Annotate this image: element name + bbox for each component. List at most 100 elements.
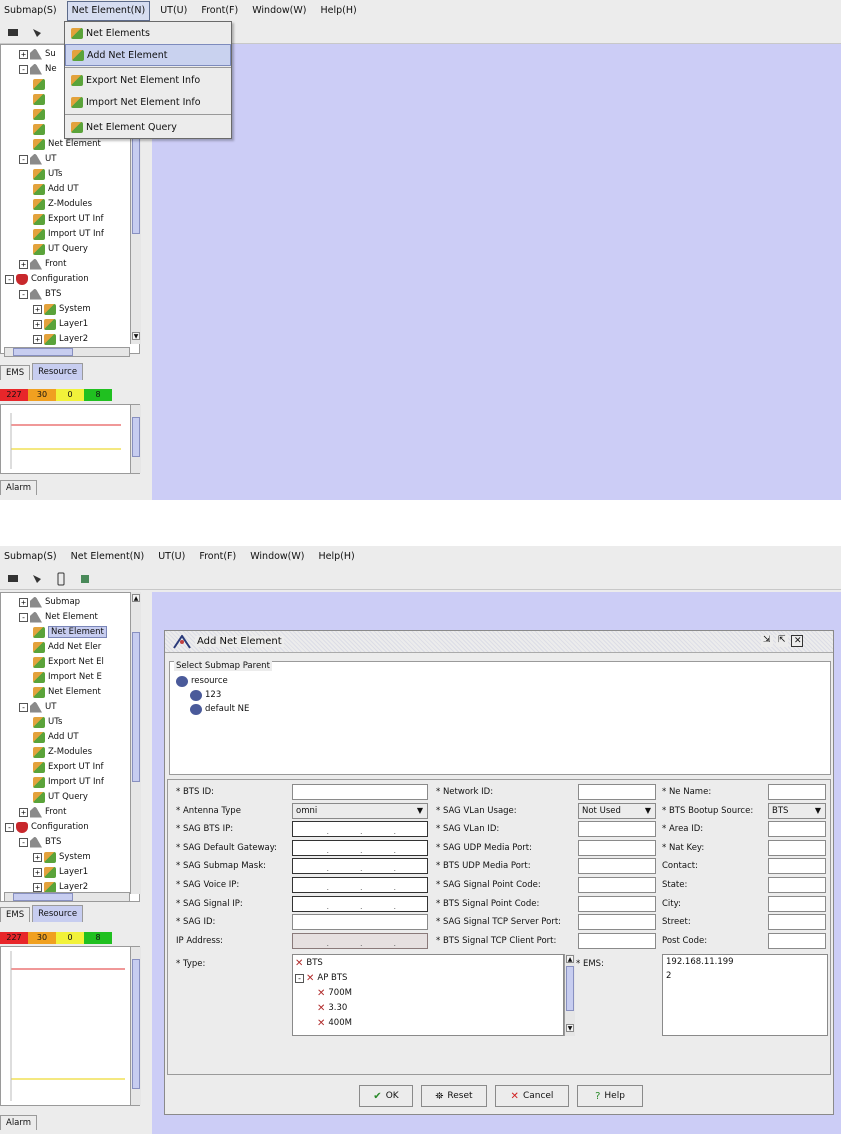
scroll-thumb[interactable]: [566, 966, 574, 1011]
tree-node[interactable]: + Layer1: [33, 865, 88, 879]
type-node[interactable]: ✕ 3.30: [317, 1001, 347, 1015]
menu-item[interactable]: Net Element Query: [65, 116, 231, 138]
tree-node[interactable]: UTs: [33, 715, 62, 729]
collapse-icon[interactable]: -: [19, 837, 28, 847]
alarm-minor-count[interactable]: 0: [56, 389, 84, 401]
tree-node[interactable]: Export Net El: [33, 655, 104, 669]
collapse-icon[interactable]: -: [19, 612, 28, 622]
tree-node[interactable]: - UT: [19, 700, 56, 714]
tree-node[interactable]: UT Query: [33, 242, 88, 256]
alarm-scroll-thumb[interactable]: [132, 959, 140, 1089]
ip-address-field[interactable]: ...: [292, 895, 428, 912]
tree-node[interactable]: - BTS: [19, 835, 61, 849]
close-icon[interactable]: ✕: [791, 635, 803, 647]
alarm-critical-count[interactable]: 227: [0, 389, 28, 401]
scroll-thumb[interactable]: [132, 632, 140, 782]
submap-node-resource[interactable]: resource: [176, 674, 235, 688]
alarm-major-count[interactable]: 30: [28, 389, 56, 401]
tree-node[interactable]: - Configuration: [5, 820, 89, 834]
menu-help[interactable]: Help(H): [314, 546, 358, 568]
window-titlebar[interactable]: Add Net Element ⇲ ⇱ ✕: [165, 631, 833, 653]
menu-item[interactable]: Net Elements: [65, 22, 231, 44]
menu-window[interactable]: Window(W): [246, 546, 308, 568]
scroll-down-icon[interactable]: ▼: [132, 332, 140, 340]
tree-node[interactable]: Net Element: [33, 685, 101, 699]
text-field[interactable]: [578, 839, 656, 856]
text-field[interactable]: [768, 839, 826, 856]
select-field[interactable]: BTS ▼: [768, 802, 826, 819]
select-field[interactable]: Not Used ▼: [578, 802, 656, 819]
text-field[interactable]: [768, 877, 826, 893]
tree-node[interactable]: Add UT: [33, 182, 79, 196]
scroll-up-icon[interactable]: ▲: [132, 594, 140, 602]
ok-button[interactable]: ✔ OK: [359, 1085, 413, 1107]
text-field[interactable]: [768, 914, 826, 931]
tree-node[interactable]: UT Query: [33, 790, 88, 804]
tree-node[interactable]: - Net Element: [19, 610, 98, 624]
ip-address-field[interactable]: ...: [292, 858, 428, 875]
text-field[interactable]: [768, 932, 826, 949]
tools-icon[interactable]: [28, 25, 46, 41]
alarm-scrollbar[interactable]: [130, 947, 141, 1105]
tree-node[interactable]: - BTS: [19, 287, 61, 301]
tab-alarm[interactable]: Alarm: [0, 1115, 38, 1130]
tree-node[interactable]: [33, 107, 48, 121]
monitor-icon[interactable]: [4, 25, 22, 41]
menu-front[interactable]: Front(F): [197, 0, 242, 22]
tree-node[interactable]: + Su: [19, 47, 56, 61]
menu-window[interactable]: Window(W): [248, 0, 310, 22]
tree-node[interactable]: + System: [33, 302, 91, 316]
alarm-major-count[interactable]: 30: [28, 932, 56, 944]
tree-node[interactable]: Import UT Inf: [33, 775, 104, 789]
tree-node[interactable]: + System: [33, 850, 91, 864]
alarm-critical-count[interactable]: 227: [0, 932, 28, 944]
text-field[interactable]: [768, 858, 826, 875]
tree-node[interactable]: + Layer2: [33, 332, 88, 346]
select-field[interactable]: omni ▼: [292, 802, 428, 819]
scroll-down-icon[interactable]: ▼: [566, 1024, 574, 1032]
ems-item[interactable]: 2: [666, 971, 824, 985]
type-node[interactable]: ✕ BTS: [295, 956, 323, 970]
collapse-icon[interactable]: -: [295, 973, 304, 983]
expand-icon[interactable]: +: [33, 319, 42, 329]
device-icon[interactable]: [76, 571, 94, 587]
menu-net-element[interactable]: Net Element(N): [66, 1, 151, 21]
tree-node[interactable]: - Ne: [19, 62, 57, 76]
tree-node[interactable]: + Front: [19, 805, 67, 819]
alarm-warning-count[interactable]: 8: [84, 389, 112, 401]
menu-item[interactable]: Export Net Element Info: [65, 69, 231, 91]
tree-node[interactable]: Export UT Inf: [33, 760, 104, 774]
menu-help[interactable]: Help(H): [316, 0, 360, 22]
expand-icon[interactable]: +: [19, 597, 28, 607]
menu-front[interactable]: Front(F): [195, 546, 240, 568]
expand-icon[interactable]: +: [33, 852, 42, 862]
submap-node-123[interactable]: 123: [190, 688, 249, 702]
hscroll-thumb[interactable]: [13, 348, 73, 356]
tab-ems[interactable]: EMS: [0, 365, 31, 380]
expand-icon[interactable]: +: [33, 882, 42, 892]
tab-resource[interactable]: Resource: [32, 905, 84, 922]
tree-node[interactable]: Z-Modules: [33, 745, 92, 759]
menu-item[interactable]: Import Net Element Info: [65, 91, 231, 113]
tree-node[interactable]: + Submap: [19, 595, 80, 609]
submap-node-default-ne[interactable]: default NE: [190, 702, 249, 716]
ip-address-field[interactable]: ...: [292, 877, 428, 893]
text-field[interactable]: [578, 858, 656, 875]
reset-button[interactable]: ⛯ Reset: [421, 1085, 487, 1107]
expand-icon[interactable]: +: [33, 304, 42, 314]
tree-node[interactable]: + Layer1: [33, 317, 88, 331]
help-button[interactable]: ? Help: [577, 1085, 643, 1107]
ip-address-field[interactable]: ...: [292, 932, 428, 949]
tab-alarm[interactable]: Alarm: [0, 480, 38, 495]
menu-submap[interactable]: Submap(S): [0, 0, 61, 22]
maximize-icon[interactable]: ⇱: [776, 635, 788, 647]
text-field[interactable]: [578, 932, 656, 949]
tree-node[interactable]: Z-Modules: [33, 197, 92, 211]
tree-hscrollbar[interactable]: [4, 892, 130, 902]
text-field[interactable]: [768, 784, 826, 800]
tree-node[interactable]: Import Net E: [33, 670, 102, 684]
tree-node[interactable]: Net Element: [33, 137, 101, 151]
text-field[interactable]: [578, 784, 656, 800]
type-node[interactable]: ✕ 400M: [317, 1016, 352, 1030]
collapse-icon[interactable]: -: [19, 64, 28, 74]
